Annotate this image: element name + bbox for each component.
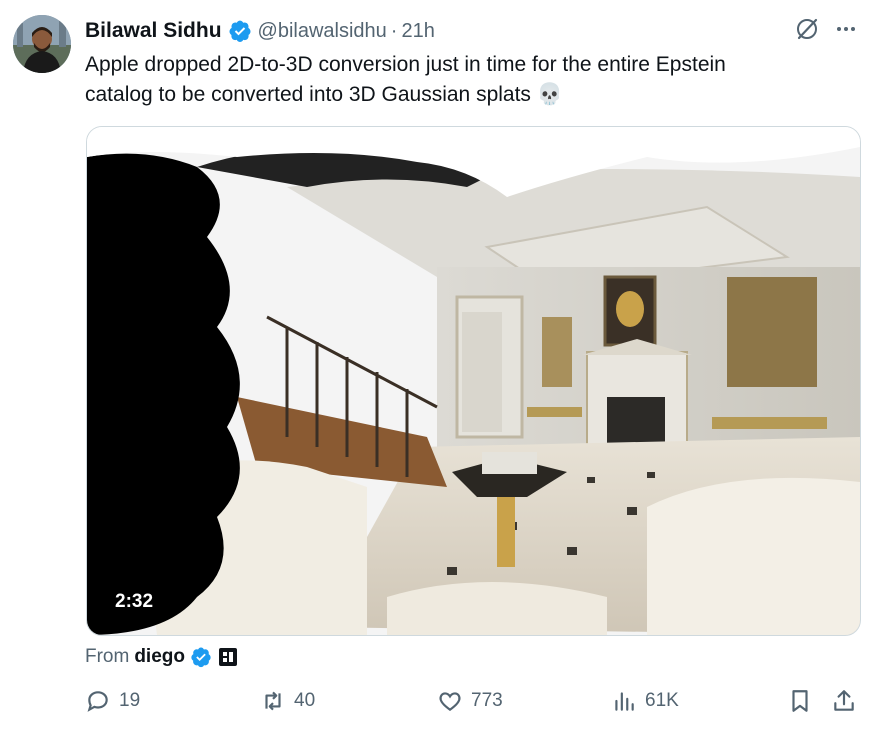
repost-count: 40 — [294, 690, 316, 711]
views-count: 61K — [645, 690, 679, 711]
author-handle[interactable]: @bilawalsidhu — [258, 20, 387, 43]
verified-badge-icon — [191, 647, 211, 668]
avatar-image — [13, 15, 71, 73]
views-icon — [615, 692, 634, 711]
author-name[interactable]: Bilawal Sidhu — [85, 19, 222, 43]
from-author[interactable]: diego — [134, 646, 185, 668]
bookmark-icon — [792, 690, 808, 712]
reply-count: 19 — [119, 690, 141, 711]
like-icon — [439, 692, 461, 711]
repost-button[interactable]: 40 — [260, 688, 315, 714]
share-button[interactable] — [831, 688, 857, 714]
verified-badge-icon — [229, 20, 251, 42]
like-count: 773 — [471, 690, 503, 711]
avatar[interactable] — [13, 15, 71, 73]
separator-dot: · — [390, 19, 398, 42]
header-actions — [794, 16, 858, 42]
video-duration: 2:32 — [105, 587, 164, 617]
repost-icon — [265, 691, 281, 711]
share-icon — [834, 690, 854, 711]
from-label: From — [85, 646, 130, 667]
video-thumbnail — [87, 127, 860, 635]
like-button[interactable]: 773 — [437, 688, 503, 714]
grok-icon[interactable] — [794, 16, 820, 42]
tweet-text: Apple dropped 2D-to-3D conversion just i… — [85, 53, 726, 106]
tweet-header: Bilawal Sidhu @bilawalsidhu · 21h — [85, 14, 858, 48]
timestamp[interactable]: 21h — [401, 20, 434, 43]
more-icon[interactable] — [834, 17, 858, 41]
reply-icon — [87, 691, 108, 712]
video-player[interactable]: 2:32 — [86, 126, 861, 636]
square-badge-icon — [219, 648, 237, 666]
reply-button[interactable]: 19 — [85, 688, 140, 714]
bookmark-button[interactable] — [787, 688, 813, 714]
views-button[interactable]: 61K — [611, 688, 679, 714]
from-attribution: From diego — [85, 646, 238, 668]
action-bar: 19 40 773 61K — [85, 688, 860, 724]
